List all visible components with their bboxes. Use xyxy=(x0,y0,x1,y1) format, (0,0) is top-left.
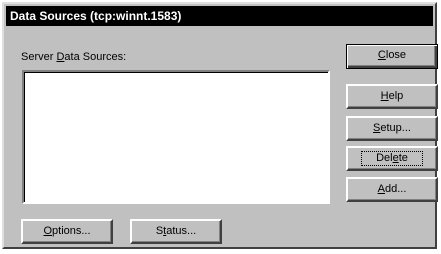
close-label-post: lose xyxy=(385,49,407,61)
label-text-pre: Server xyxy=(21,51,57,63)
label-text-post: ata Sources: xyxy=(64,51,127,63)
status-label-post: atus... xyxy=(166,225,197,237)
setup-label-post: etup... xyxy=(380,122,411,134)
delete-label-post: te xyxy=(398,152,408,164)
delete-button[interactable]: Delete xyxy=(346,146,438,171)
delete-label-pre: Del xyxy=(376,152,393,164)
help-label-post: elp xyxy=(388,90,404,102)
options-label-accel: O xyxy=(43,225,53,237)
server-data-sources-list[interactable] xyxy=(22,70,330,204)
window-title: Data Sources (tcp:winnt.1583) xyxy=(6,6,433,26)
help-button[interactable]: Help xyxy=(346,84,438,109)
options-button[interactable]: Options... xyxy=(21,219,113,244)
focus-ring: Delete xyxy=(361,151,423,166)
add-label-post: dd... xyxy=(384,183,407,195)
server-data-sources-label: Server Data Sources: xyxy=(21,51,126,63)
help-label-accel: H xyxy=(380,90,389,102)
add-button[interactable]: Add... xyxy=(346,177,438,202)
close-label-accel: C xyxy=(377,49,386,61)
close-button[interactable]: Close xyxy=(346,44,438,69)
data-sources-dialog: Data Sources (tcp:winnt.1583) Server Dat… xyxy=(2,2,438,249)
setup-button[interactable]: Setup... xyxy=(346,116,438,141)
add-label-accel: A xyxy=(377,183,385,195)
status-button[interactable]: Status... xyxy=(130,219,222,244)
options-label-post: ptions... xyxy=(52,225,91,237)
